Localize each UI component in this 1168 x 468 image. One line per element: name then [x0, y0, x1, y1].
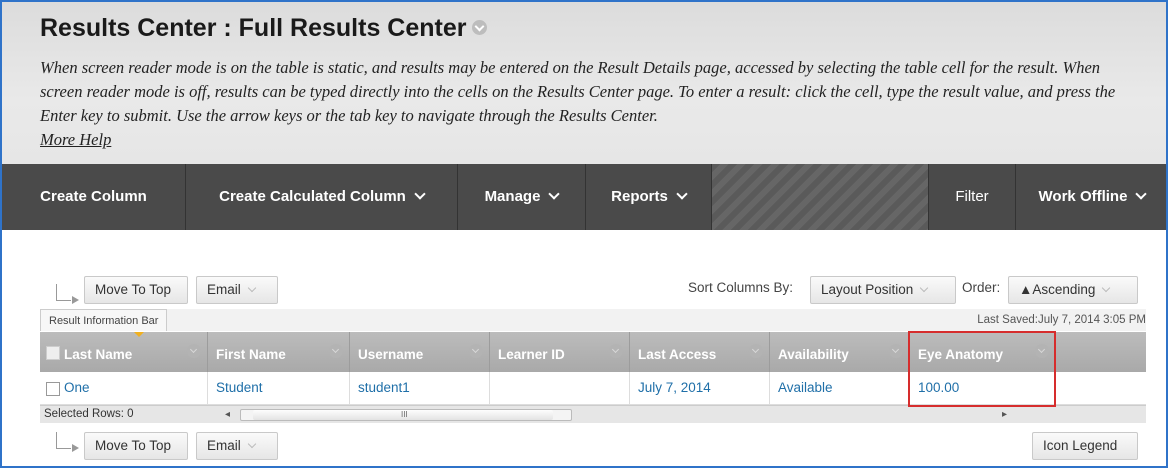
work-offline-label: Work Offline	[1038, 188, 1128, 205]
result-information-tab[interactable]: Result Information Bar	[40, 309, 168, 331]
column-menu-icon[interactable]	[187, 344, 201, 358]
move-to-top-button[interactable]: Move To Top	[84, 276, 188, 304]
work-offline-menu[interactable]: Work Offline	[1016, 164, 1166, 230]
column-header-availability[interactable]: Availability	[770, 332, 910, 372]
instructions-body: When screen reader mode is on the table …	[40, 58, 1116, 125]
sort-columns-value: Layout Position	[821, 282, 914, 297]
column-header-username[interactable]: Username	[350, 332, 490, 372]
scroll-left-icon[interactable]: ◂	[225, 409, 230, 420]
order-select[interactable]: ▲Ascending	[1008, 276, 1138, 304]
cell-text: Student	[216, 380, 263, 395]
cell-last-name[interactable]: One	[40, 372, 208, 404]
move-to-top-label: Move To Top	[95, 282, 172, 297]
create-column-button[interactable]: Create Column	[2, 164, 186, 230]
column-header-learner-id[interactable]: Learner ID	[490, 332, 630, 372]
bottom-email-menu[interactable]: Email	[196, 432, 278, 460]
title-menu-chevron-icon[interactable]	[472, 19, 488, 35]
chevron-down-icon	[247, 439, 257, 449]
filter-button[interactable]: Filter	[928, 164, 1016, 230]
instructions-text: When screen reader mode is on the table …	[40, 56, 1140, 152]
column-header-label: Username	[358, 347, 424, 362]
cell-username[interactable]: student1	[350, 372, 490, 404]
cell-text: July 7, 2014	[638, 380, 711, 395]
column-menu-icon[interactable]	[469, 344, 483, 358]
scrollbar-grip-icon: III	[401, 410, 408, 419]
page-title: Results Center : Full Results Center	[40, 14, 488, 43]
last-saved-text: Last Saved:July 7, 2014 3:05 PM	[977, 314, 1146, 326]
column-header-first-name[interactable]: First Name	[208, 332, 350, 372]
chevron-down-icon	[676, 188, 688, 200]
chevron-down-icon	[920, 283, 929, 293]
column-header-label: First Name	[216, 347, 286, 362]
email-label: Email	[207, 282, 241, 297]
create-column-label: Create Column	[40, 188, 147, 205]
cell-availability[interactable]: Available	[770, 372, 910, 404]
cell-text: One	[64, 380, 90, 395]
column-header-last-name[interactable]: Last Name	[40, 332, 208, 372]
sort-columns-by-label: Sort Columns By:	[688, 280, 794, 295]
page-frame: Results Center : Full Results Center Whe…	[0, 0, 1168, 468]
horizontal-scrollbar[interactable]: ◂ III	[225, 409, 572, 421]
icon-legend-button[interactable]: Icon Legend	[1032, 432, 1138, 460]
column-menu-icon[interactable]	[889, 344, 903, 358]
cell-text: student1	[358, 380, 410, 395]
filter-label: Filter	[955, 188, 989, 205]
page-title-text: Results Center : Full Results Center	[40, 14, 467, 42]
chevron-down-icon	[1135, 188, 1148, 200]
sort-columns-select[interactable]: Layout Position	[810, 276, 956, 304]
row-select-checkbox[interactable]	[46, 382, 60, 396]
column-header-label: Availability	[778, 347, 849, 362]
column-menu-icon[interactable]	[609, 344, 623, 358]
highlight-box	[908, 331, 1056, 407]
result-information-bar: Result Information Bar Last Saved:July 7…	[40, 309, 1146, 331]
order-label: Order:	[962, 280, 1001, 295]
reports-label: Reports	[611, 188, 668, 205]
chevron-down-icon	[414, 188, 426, 200]
cell-text: Available	[778, 380, 833, 395]
scrollbar-thumb[interactable]: III	[253, 410, 553, 420]
manage-label: Manage	[484, 188, 541, 205]
arrow-down-right-icon	[56, 432, 79, 452]
more-help-link[interactable]: More Help	[40, 130, 111, 149]
column-header-label: Last Name	[64, 347, 133, 362]
action-bar: Create Column Create Calculated Column M…	[2, 164, 1166, 230]
move-to-top-label: Move To Top	[95, 438, 172, 453]
scroll-right-icon[interactable]: ▸	[1002, 406, 1007, 423]
create-calculated-column-label: Create Calculated Column	[219, 188, 406, 205]
chevron-down-icon	[1102, 283, 1111, 293]
reports-menu[interactable]: Reports	[586, 164, 712, 230]
column-menu-icon[interactable]	[749, 344, 763, 358]
chevron-down-icon	[548, 188, 561, 200]
page-header: Results Center : Full Results Center Whe…	[2, 2, 1166, 164]
email-label: Email	[207, 438, 241, 453]
grid-footer: Selected Rows: 0 ◂ III ▸	[40, 405, 1146, 423]
select-all-checkbox[interactable]	[46, 346, 60, 360]
order-value: ▲Ascending	[1019, 282, 1096, 297]
selected-rows-count: Selected Rows: 0	[44, 408, 134, 420]
bottom-move-to-top-button[interactable]: Move To Top	[84, 432, 188, 460]
column-header-label: Last Access	[638, 347, 717, 362]
create-calculated-column-menu[interactable]: Create Calculated Column	[186, 164, 458, 230]
cell-first-name[interactable]: Student	[208, 372, 350, 404]
column-header-last-access[interactable]: Last Access	[630, 332, 770, 372]
icon-legend-label: Icon Legend	[1043, 438, 1118, 453]
email-menu[interactable]: Email	[196, 276, 278, 304]
column-menu-icon[interactable]	[329, 344, 343, 358]
arrow-up-right-icon	[56, 284, 79, 304]
action-bar-spacer	[712, 164, 928, 230]
cell-last-access[interactable]: July 7, 2014	[630, 372, 770, 404]
chevron-down-icon	[247, 283, 257, 293]
cell-learner-id[interactable]	[490, 372, 630, 404]
sort-indicator-icon	[134, 332, 144, 337]
manage-menu[interactable]: Manage	[458, 164, 586, 230]
column-header-label: Learner ID	[498, 347, 565, 362]
